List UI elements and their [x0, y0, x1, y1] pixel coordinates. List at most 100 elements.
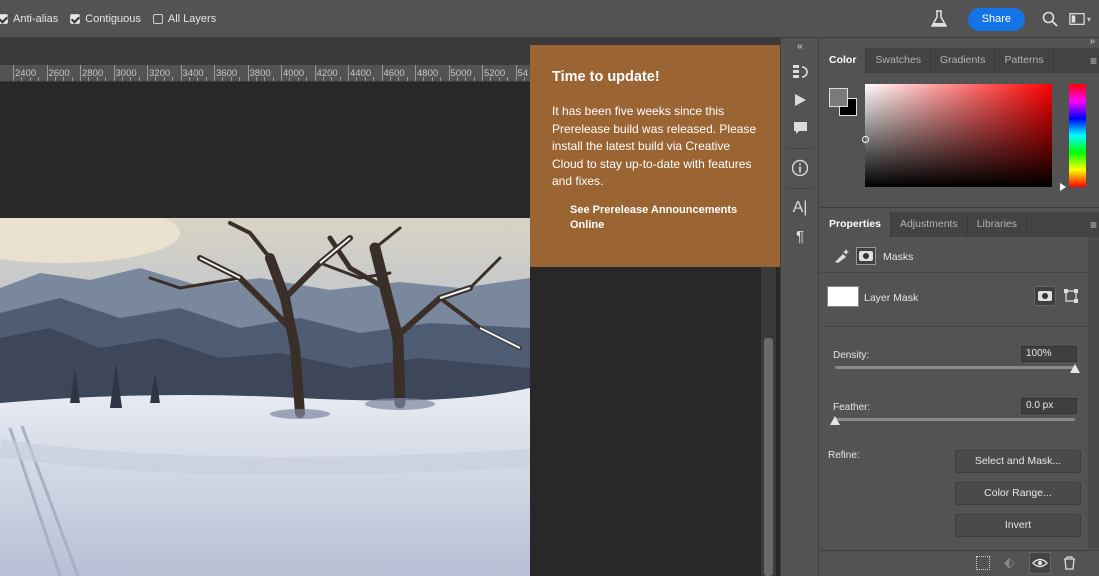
- color-picker-field[interactable]: [862, 84, 1052, 187]
- hue-slider-knob[interactable]: [1060, 183, 1066, 191]
- ruler-minor-tick: [71, 77, 73, 81]
- layer-mask-icon[interactable]: [856, 247, 876, 265]
- character-icon[interactable]: A|: [790, 198, 810, 218]
- history-icon[interactable]: [790, 62, 810, 82]
- collapse-left-icon[interactable]: «: [790, 36, 810, 56]
- invert-button[interactable]: Invert: [955, 514, 1081, 537]
- canvas-image[interactable]: [0, 218, 530, 576]
- ruler-minor-tick: [29, 77, 31, 81]
- select-and-mask-button[interactable]: Select and Mask...: [955, 450, 1081, 473]
- apply-mask-icon[interactable]: ⬖: [1004, 554, 1015, 571]
- ruler-minor-tick: [197, 77, 199, 81]
- comment-icon[interactable]: [790, 118, 810, 138]
- ruler-minor-tick: [297, 77, 299, 81]
- ruler-tick: [448, 65, 450, 81]
- tab-properties[interactable]: Properties: [820, 212, 891, 237]
- contiguous-check-box[interactable]: [70, 13, 81, 24]
- ruler-minor-tick: [138, 77, 140, 81]
- hue-slider[interactable]: [1069, 84, 1086, 187]
- scrollbar-thumb[interactable]: [764, 338, 773, 576]
- horizontal-ruler: 2400 2600 2800 3000 3200 3400 3600 3800 4000 4200…: [0, 65, 530, 82]
- ruler-minor-tick: [188, 77, 190, 81]
- all-layers-checkbox[interactable]: All Layers: [152, 13, 216, 25]
- ruler-minor-tick: [121, 77, 123, 81]
- ruler-tick: [348, 65, 349, 81]
- ruler-tick: [214, 65, 215, 81]
- feather-field[interactable]: 0.0 px: [1021, 398, 1077, 414]
- ruler-minor-tick: [389, 77, 391, 81]
- anti-alias-label: Anti-alias: [13, 12, 59, 25]
- vector-mask-icon[interactable]: [1063, 288, 1079, 307]
- foreground-color-swatch[interactable]: [829, 88, 848, 107]
- ruler-minor-tick: [289, 77, 291, 81]
- ruler-tick: [247, 65, 249, 81]
- ruler-label: 3400: [182, 68, 204, 79]
- strip-separator: [787, 148, 813, 149]
- refine-label: Refine:: [828, 450, 860, 461]
- load-selection-icon[interactable]: [976, 556, 990, 570]
- ruler-minor-tick: [239, 77, 241, 81]
- properties-panel-tabs: Properties Adjustments Libraries ≡: [820, 212, 1099, 237]
- ruler-tick: [13, 65, 14, 81]
- density-slider-knob[interactable]: [1070, 364, 1080, 373]
- ruler-label: 4200: [316, 68, 338, 79]
- tab-adjustments[interactable]: Adjustments: [891, 212, 968, 237]
- ruler-label: 4400: [350, 68, 372, 79]
- color-picker-cursor[interactable]: [862, 136, 869, 143]
- ruler-minor-tick: [163, 77, 165, 81]
- density-slider[interactable]: [835, 366, 1075, 369]
- play-icon[interactable]: [790, 90, 810, 110]
- tab-gradients[interactable]: Gradients: [931, 48, 996, 73]
- tab-color[interactable]: Color: [820, 48, 867, 73]
- options-bar: Anti-alias Contiguous All Layers Share ▾: [0, 0, 1099, 38]
- ruler-label: 2600: [48, 68, 70, 79]
- info-icon[interactable]: [790, 158, 810, 178]
- tab-libraries[interactable]: Libraries: [968, 212, 1027, 237]
- color-range-button[interactable]: Color Range...: [955, 482, 1081, 505]
- panel-icon-strip: « A| ¶: [780, 38, 819, 576]
- ruler-minor-tick: [431, 77, 433, 81]
- anti-alias-check-box[interactable]: [0, 13, 8, 24]
- paragraph-icon[interactable]: ¶: [790, 226, 810, 246]
- beaker-icon[interactable]: [928, 8, 950, 30]
- trash-icon[interactable]: [1063, 556, 1076, 573]
- tab-patterns[interactable]: Patterns: [995, 48, 1054, 73]
- search-icon[interactable]: [1039, 8, 1061, 30]
- visibility-eye-icon[interactable]: [1029, 552, 1051, 574]
- ruler-minor-tick: [306, 77, 308, 81]
- panel-menu-icon[interactable]: ≡: [1090, 218, 1097, 232]
- ruler-tick: [314, 65, 316, 81]
- anti-alias-checkbox[interactable]: Anti-alias: [0, 13, 58, 25]
- workspace-icon[interactable]: ▾: [1069, 8, 1091, 30]
- pixel-mask-icon[interactable]: [833, 248, 851, 267]
- properties-panel: Properties Adjustments Libraries ≡ Masks…: [820, 210, 1099, 576]
- ruler-minor-tick: [21, 77, 23, 81]
- density-label: Density:: [833, 350, 870, 361]
- share-button[interactable]: Share: [967, 7, 1025, 31]
- ruler-tick: [515, 65, 517, 81]
- contiguous-checkbox[interactable]: Contiguous: [70, 13, 141, 25]
- all-layers-check-box[interactable]: [152, 13, 163, 24]
- tab-swatches[interactable]: Swatches: [866, 48, 931, 73]
- ruler-minor-tick: [96, 77, 98, 81]
- ruler-minor-tick: [172, 77, 174, 81]
- feather-slider-knob[interactable]: [830, 416, 840, 425]
- collapse-right-icon[interactable]: »: [1089, 36, 1095, 47]
- feather-slider[interactable]: [835, 418, 1075, 421]
- properties-scrollbar[interactable]: [1088, 237, 1099, 549]
- ruler-minor-tick: [498, 77, 500, 81]
- ruler-minor-tick: [456, 77, 458, 81]
- ruler-minor-tick: [322, 77, 324, 81]
- popup-title: Time to update!: [552, 69, 660, 85]
- layer-mask-thumbnail[interactable]: [827, 286, 859, 307]
- ruler-label: 3200: [149, 68, 171, 79]
- select-mask-icon[interactable]: [1034, 286, 1056, 306]
- announcements-link[interactable]: See Prerelease Announcements Online: [552, 203, 764, 233]
- ruler-minor-tick: [406, 77, 408, 81]
- density-field[interactable]: 100%: [1021, 346, 1077, 362]
- ruler-minor-tick: [88, 77, 90, 81]
- ruler-label: 3600: [216, 68, 238, 79]
- panel-menu-icon[interactable]: ≡: [1090, 54, 1097, 68]
- ruler-minor-tick: [130, 77, 132, 81]
- ruler-label: 4000: [283, 68, 305, 79]
